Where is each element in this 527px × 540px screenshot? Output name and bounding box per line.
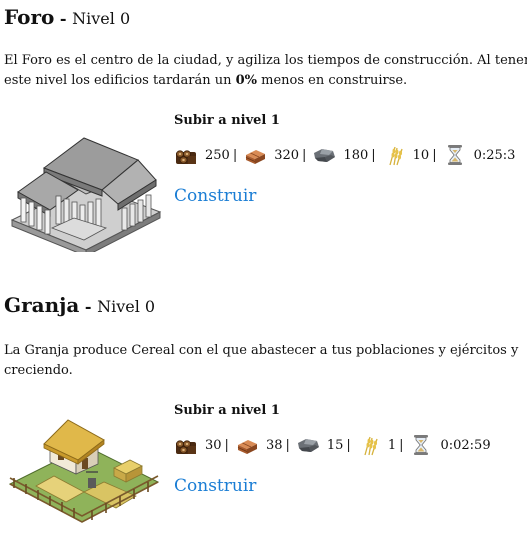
description-line-1: La Granja produce Cereal con el que abas… <box>4 343 519 358</box>
building-level: Nivel 0 <box>72 9 131 28</box>
building-header: Foro - Nivel 0 <box>4 5 130 29</box>
cost-clay: 320 <box>274 147 300 163</box>
cost-wood: 250 <box>205 147 230 163</box>
cereal-icon <box>364 436 378 456</box>
clay-icon <box>245 149 266 165</box>
building-level: Nivel 0 <box>97 297 156 316</box>
hourglass-icon <box>447 144 463 166</box>
cost-separator: | <box>399 437 404 453</box>
forum-building-image <box>6 132 164 257</box>
upgrade-costs: 30 | 38 | 15 | 1 | 0:02:59 <box>174 432 491 458</box>
cost-wood: 30 <box>205 437 222 453</box>
building-header: Granja - Nivel 0 <box>4 293 155 317</box>
cereal-icon <box>389 146 403 166</box>
description-bonus-value: 0% <box>235 73 257 88</box>
build-time: 0:25:3 <box>473 147 516 163</box>
building-description: El Foro es el centro de la ciudad, y agi… <box>4 51 527 91</box>
build-button[interactable]: Construir <box>174 186 256 206</box>
cost-iron: 15 <box>326 437 344 453</box>
building-section-granja: Granja - Nivel 0 La Granja produce Cerea… <box>0 290 527 540</box>
cost-separator: | <box>432 147 437 163</box>
cost-separator: | <box>285 437 290 453</box>
clay-icon <box>237 439 258 455</box>
building-section-foro: Foro - Nivel 0 El Foro es el centro de l… <box>0 0 527 260</box>
building-name: Foro <box>4 5 55 29</box>
upgrade-title: Subir a nivel 1 <box>174 113 280 128</box>
cost-separator: | <box>302 147 307 163</box>
description-line-2: creciendo. <box>4 363 73 378</box>
upgrade-title: Subir a nivel 1 <box>174 403 280 418</box>
cost-separator: | <box>371 147 376 163</box>
build-button[interactable]: Construir <box>174 476 256 496</box>
iron-icon <box>314 149 336 162</box>
cost-separator: | <box>224 437 229 453</box>
farm-building-image <box>6 412 164 532</box>
cost-separator: | <box>346 437 351 453</box>
build-time: 0:02:59 <box>440 437 491 453</box>
building-name: Granja <box>4 293 80 317</box>
wood-icon <box>175 150 197 165</box>
wood-icon <box>175 440 197 455</box>
hourglass-icon <box>413 434 429 456</box>
header-separator: - <box>79 297 98 316</box>
building-description: La Granja produce Cereal con el que abas… <box>4 341 527 381</box>
description-line-1: El Foro es el centro de la ciudad, y agi… <box>4 53 527 68</box>
description-line-2: este nivel los edificios tardarán un <box>4 73 236 88</box>
cost-cereal: 10 <box>412 147 430 163</box>
upgrade-costs: 250 | 320 | 180 | 10 | 0:25:3 <box>174 142 515 168</box>
cost-cereal: 1 <box>387 437 397 453</box>
description-line-2-end: menos en construirse. <box>257 73 408 88</box>
cost-iron: 180 <box>343 147 369 163</box>
cost-separator: | <box>232 147 238 163</box>
cost-clay: 38 <box>265 437 283 453</box>
header-separator: - <box>54 9 73 28</box>
iron-icon <box>297 439 319 452</box>
